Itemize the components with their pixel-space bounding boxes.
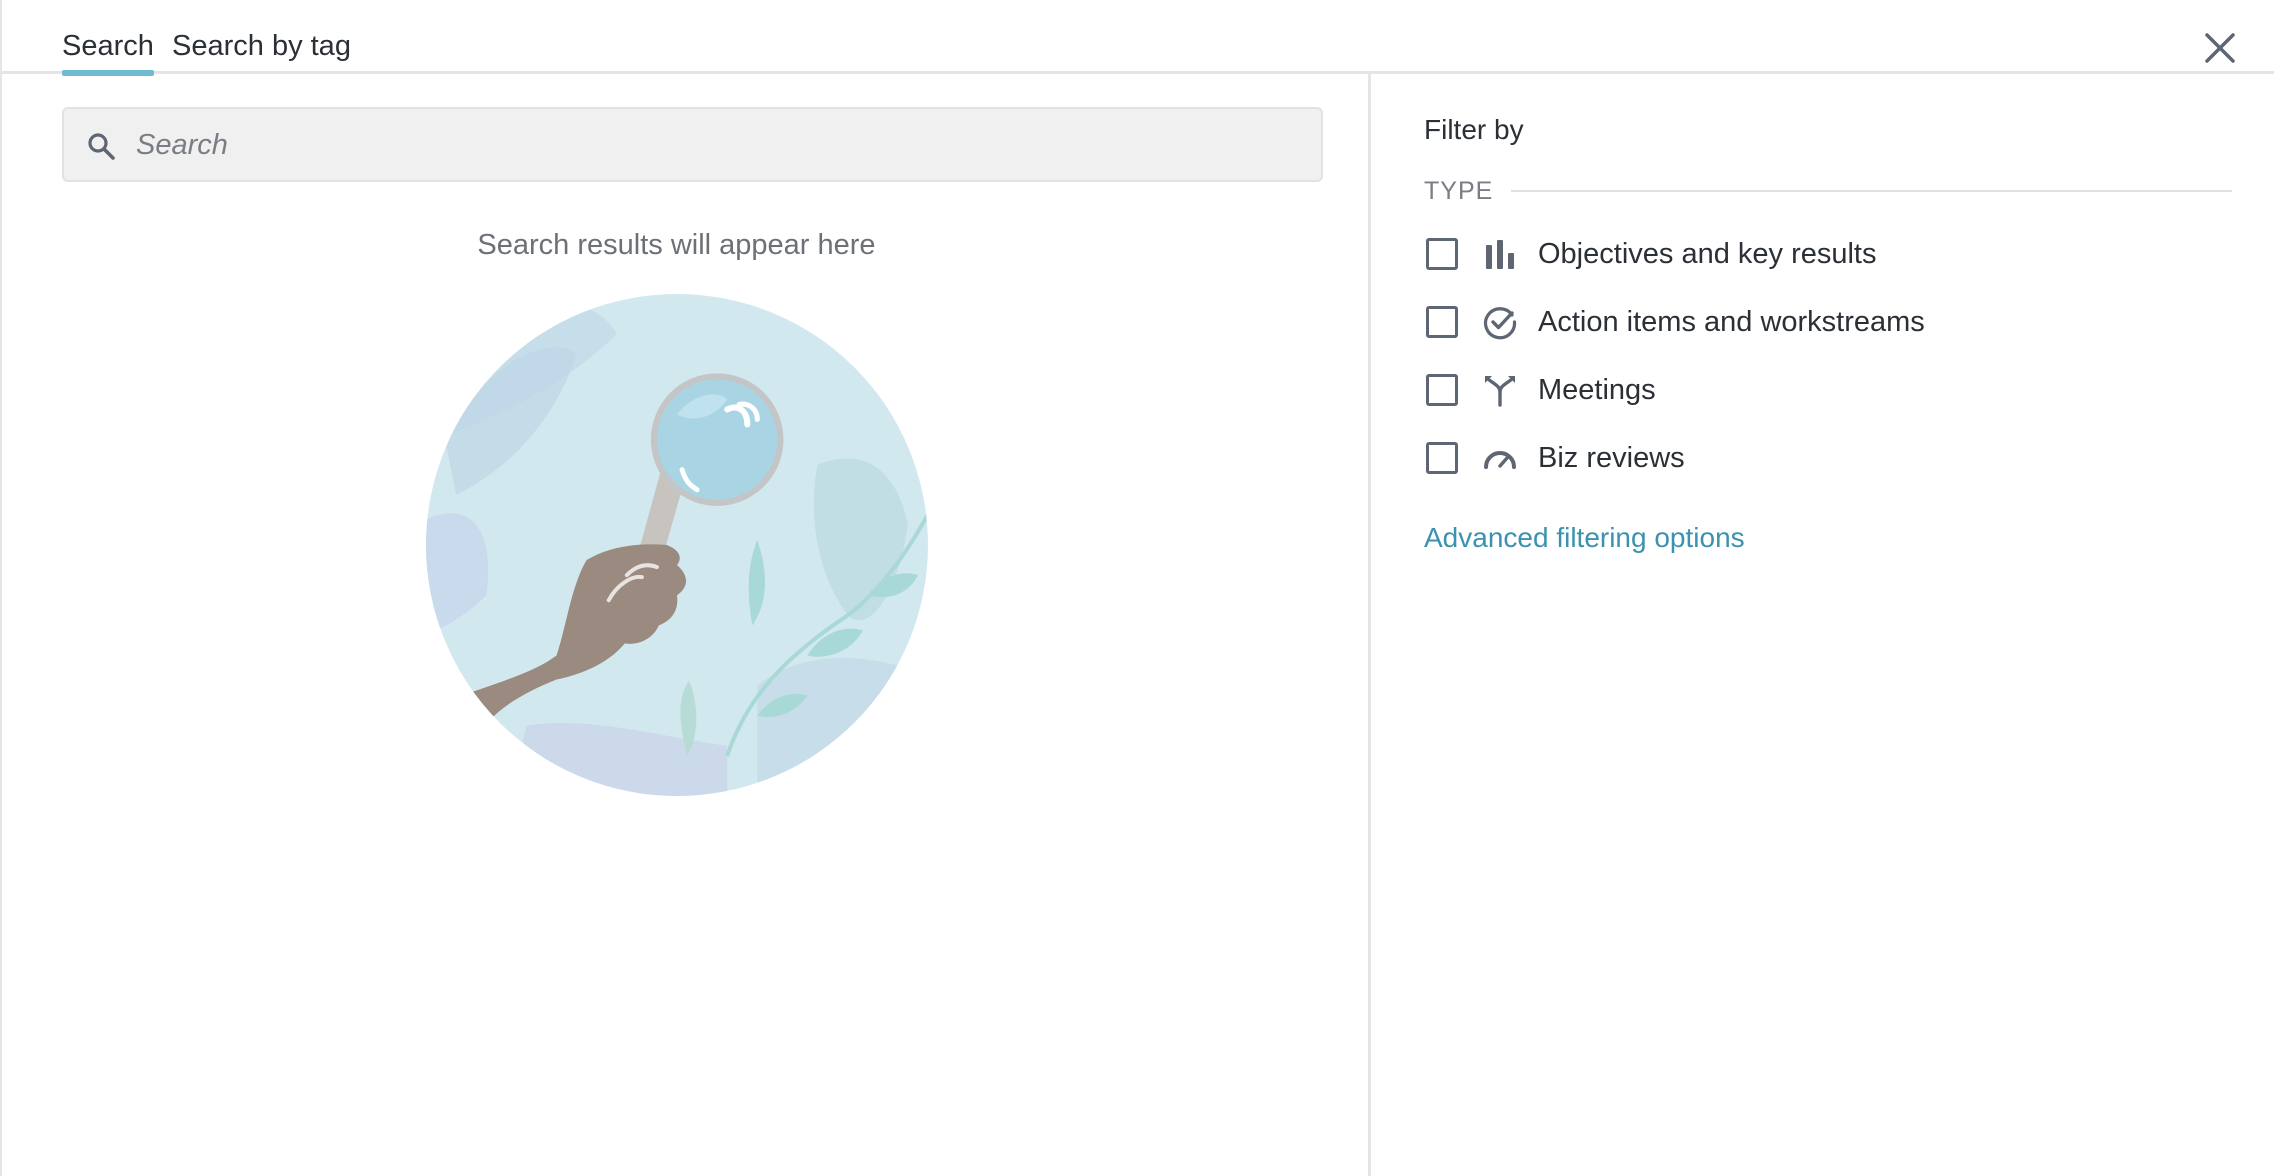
type-section-header: TYPE	[1424, 174, 2232, 208]
magnifier-hand-illustration	[426, 294, 928, 796]
filter-option-action-items[interactable]: Action items and workstreams	[1426, 300, 1925, 344]
biz-reviews-label: Biz reviews	[1538, 441, 1685, 474]
empty-results-message: Search results will appear here	[477, 229, 876, 261]
filter-option-okr[interactable]: Objectives and key results	[1426, 232, 1876, 276]
action-items-checkbox[interactable]	[1426, 306, 1458, 338]
filter-title: Filter by	[1424, 114, 1524, 145]
okr-label: Objectives and key results	[1538, 237, 1877, 270]
filter-option-meetings[interactable]: Meetings	[1426, 368, 1656, 412]
meetings-checkbox[interactable]	[1426, 374, 1458, 406]
filter-option-biz-reviews[interactable]: Biz reviews	[1426, 436, 1685, 480]
type-section-label: TYPE	[1424, 176, 1494, 205]
action-items-label: Action items and workstreams	[1538, 305, 1925, 338]
okr-checkbox[interactable]	[1426, 238, 1458, 270]
close-button[interactable]	[2202, 30, 2238, 66]
merge-arrows-icon	[1482, 372, 1518, 408]
biz-reviews-checkbox[interactable]	[1426, 442, 1458, 474]
tab-search[interactable]: Search	[62, 28, 154, 76]
meetings-label: Meetings	[1538, 373, 1656, 406]
search-icon	[88, 133, 115, 160]
tab-search-by-tag[interactable]: Search by tag	[172, 28, 351, 64]
search-dialog: Search Search by tag Search results will…	[0, 0, 2274, 1176]
bar-chart-icon	[1482, 236, 1518, 272]
gauge-icon	[1482, 440, 1518, 476]
search-input[interactable]	[134, 109, 1298, 182]
check-circle-icon	[1482, 304, 1518, 340]
filter-pane: Filter by TYPE Objectives and key result…	[1374, 74, 2274, 1176]
advanced-filtering-link[interactable]: Advanced filtering options	[1424, 522, 1745, 554]
search-pane: Search results will appear here	[2, 74, 1371, 1176]
section-divider	[1511, 190, 2232, 192]
close-icon	[2205, 33, 2235, 63]
tab-bar: Search Search by tag	[2, 0, 2274, 76]
search-box[interactable]	[62, 107, 1323, 182]
